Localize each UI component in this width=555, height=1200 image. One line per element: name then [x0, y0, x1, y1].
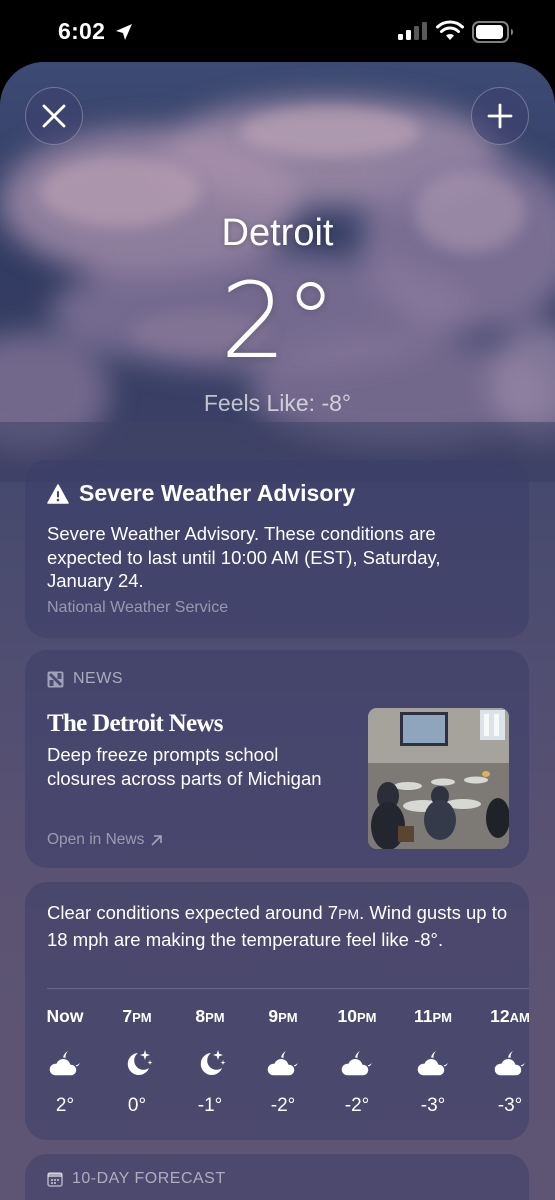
advisory-body: Severe Weather Advisory. These condition… — [47, 523, 441, 591]
news-headline[interactable]: Deep freeze prompts school closures acro… — [47, 743, 352, 791]
hour-column: Now 2° — [35, 1006, 95, 1117]
cellular-signal-icon — [398, 22, 427, 40]
news-thumbnail-image[interactable] — [368, 708, 509, 849]
open-in-news-link[interactable]: Open in News — [47, 831, 163, 849]
clear-night-icon — [107, 1039, 167, 1087]
hourly-description: Clear conditions expected around 7PM. Wi… — [47, 902, 508, 950]
close-icon — [42, 104, 66, 128]
hour-label: 10PM — [337, 1006, 377, 1026]
hour-label: Now — [46, 1006, 84, 1026]
warning-icon — [47, 483, 69, 504]
severe-weather-card[interactable]: Severe Weather Advisory Severe Weather A… — [25, 460, 529, 638]
plus-icon — [487, 103, 513, 129]
advisory-source: National Weather Service — [47, 599, 229, 616]
hour-temperature: -1° — [197, 1095, 223, 1116]
news-card[interactable]: NEWS The Detroit News Deep freeze prompt… — [25, 650, 529, 868]
status-time: 6:02 — [58, 18, 106, 44]
hour-column: 11PM -3° — [403, 1006, 463, 1117]
open-in-news-label: Open in News — [47, 831, 145, 848]
battery-icon — [472, 21, 513, 43]
feels-like: Feels Like: -8° — [203, 390, 352, 416]
external-arrow-icon — [151, 834, 163, 846]
location-arrow-icon — [116, 24, 132, 40]
partly-cloudy-night-icon — [480, 1039, 529, 1087]
hour-column: 12AM -3° — [480, 1006, 529, 1117]
hour-temperature: 2° — [55, 1095, 75, 1116]
hour-column: 7PM 0° — [107, 1006, 167, 1117]
hour-label: 11PM — [414, 1006, 452, 1026]
ten-day-label: 10-DAY FORECAST — [72, 1170, 226, 1187]
news-publisher: The Detroit News — [47, 710, 224, 737]
hour-column: 9PM -2° — [253, 1006, 313, 1117]
news-header: NEWS — [47, 670, 123, 688]
partly-cloudy-night-icon — [403, 1039, 463, 1087]
hour-temperature: -3° — [420, 1095, 446, 1116]
ten-day-header: 10-DAY FORECAST — [47, 1170, 226, 1188]
divider — [47, 988, 529, 989]
wifi-icon — [436, 20, 464, 40]
news-app-icon — [47, 671, 64, 687]
partly-cloudy-night-icon — [253, 1039, 313, 1087]
city-name: Detroit — [221, 212, 334, 254]
hour-label: 7PM — [122, 1006, 152, 1026]
hour-column: 10PM -2° — [327, 1006, 387, 1117]
weather-sheet: Detroit 2° Feels Like: -8° Severe Weathe… — [0, 62, 555, 1200]
advisory-title: Severe Weather Advisory — [47, 480, 355, 507]
hour-column: 8PM -1° — [180, 1006, 240, 1117]
hour-temperature: -2° — [344, 1095, 370, 1116]
ten-day-forecast-card[interactable]: 10-DAY FORECAST — [25, 1154, 529, 1200]
advisory-title-text: Severe Weather Advisory — [79, 480, 356, 506]
hour-temperature: -2° — [270, 1095, 296, 1116]
hour-label: 8PM — [195, 1006, 225, 1026]
clear-night-icon — [180, 1039, 240, 1087]
news-header-label: NEWS — [73, 670, 123, 687]
hourly-forecast-card[interactable]: Clear conditions expected around 7PM. Wi… — [25, 882, 529, 1140]
add-button[interactable] — [471, 87, 529, 145]
partly-cloudy-night-icon — [35, 1039, 95, 1087]
hour-label: 12AM — [490, 1006, 529, 1026]
current-temperature: 2° — [220, 260, 336, 382]
close-button[interactable] — [25, 87, 83, 145]
partly-cloudy-night-icon — [327, 1039, 387, 1087]
status-bar: 6:02 — [0, 0, 555, 62]
hour-label: 9PM — [268, 1006, 298, 1026]
calendar-icon — [47, 1172, 63, 1187]
hour-temperature: -3° — [497, 1095, 523, 1116]
hour-temperature: 0° — [127, 1095, 147, 1116]
